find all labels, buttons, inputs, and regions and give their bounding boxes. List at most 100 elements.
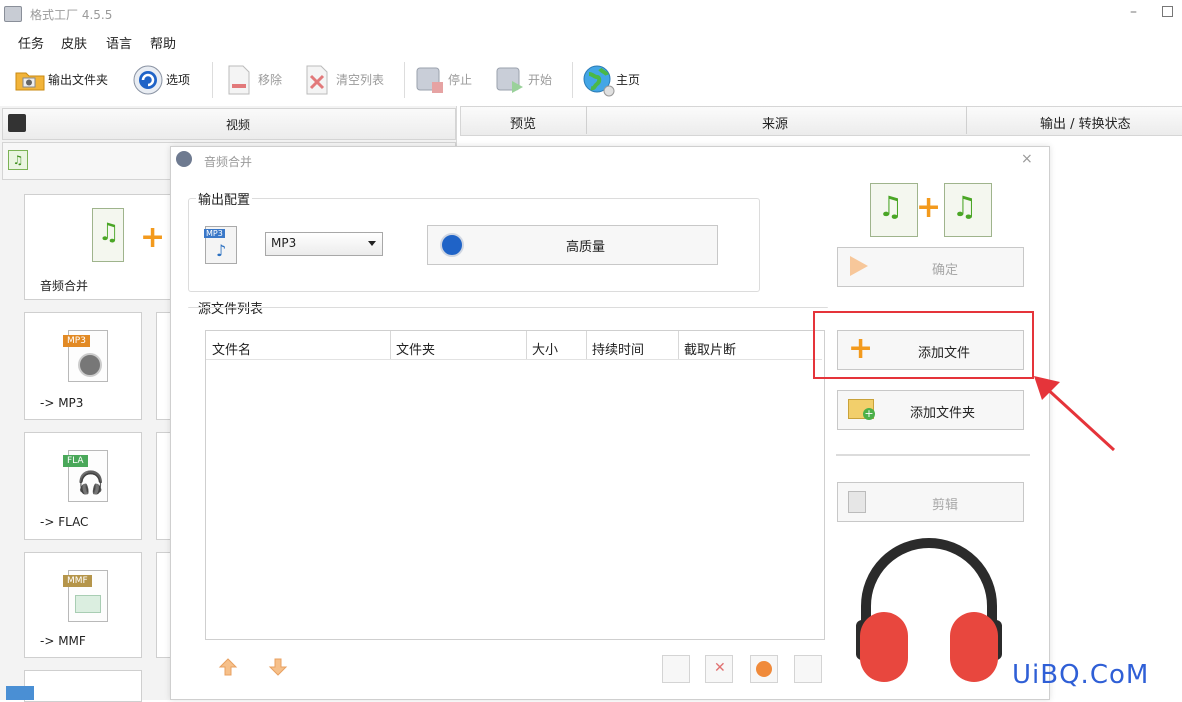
add-folder-label: 添加文件夹 [910,406,976,421]
stop-label: 停止 [448,72,473,87]
clear-list-button[interactable]: 清空列表 [302,62,384,96]
source-list-divider [188,307,828,309]
flac-doc-icon: FLA 🎧 [63,450,108,502]
move-down-button[interactable] [268,658,288,676]
music-note-icon: ♫ [878,190,904,223]
column-filename[interactable]: 文件名 [212,339,251,358]
format-select[interactable]: MP3 [265,232,383,256]
confirm-label: 确定 [932,263,959,278]
mp3-doc-icon: MP3 [63,330,108,382]
cut-label: 剪辑 [932,498,959,513]
play-icon [756,661,772,677]
plus-icon: + [916,190,942,225]
options-icon [440,233,464,257]
output-config-label: 输出配置 [196,189,253,208]
dialog-title: 音频合并 [204,155,253,169]
arrow-up-icon [218,658,238,676]
tile-label: 音频合并 [40,279,89,293]
folder-icon [14,64,45,94]
remove-file-button[interactable] [662,655,690,683]
confirm-button[interactable]: 确定 [837,247,1024,287]
home-button[interactable]: 主页 [582,62,641,97]
toolbar-separator [572,62,573,98]
plus-icon: + [140,220,166,255]
column-folder[interactable]: 文件夹 [396,339,435,358]
start-button[interactable]: 开始 [494,62,552,96]
close-icon[interactable]: × [1021,151,1033,167]
column-output-status[interactable]: 输出 / 转换状态 [1040,113,1131,132]
column-clip[interactable]: 截取片断 [684,339,736,358]
button-divider [836,454,1030,456]
scissors-icon [848,491,866,513]
maximize-button[interactable] [1162,6,1173,17]
format-select-value: MP3 [271,236,297,250]
taskbar-icon [6,686,34,700]
column-separator [678,331,679,359]
column-size[interactable]: 大小 [532,339,558,358]
menu-task[interactable]: 任务 [18,33,44,52]
info-button[interactable] [794,655,822,683]
music-note-icon: ♫ [8,150,28,170]
music-sheet-icon [75,595,101,613]
column-separator [966,106,967,134]
tile-label: -> MP3 [40,396,84,410]
folder-add-icon: + [848,399,875,420]
play-button[interactable] [750,655,778,683]
tile-partial[interactable] [24,670,142,702]
clear-list-label: 清空列表 [336,72,385,87]
music-note-icon: ♫ [952,190,978,223]
remove-label: 移除 [258,72,283,87]
menu-skin[interactable]: 皮肤 [61,33,87,52]
arrow-down-icon [268,658,288,676]
tile-label: -> FLAC [40,515,89,529]
column-separator [390,331,391,359]
column-separator [586,331,587,359]
clear-files-button[interactable]: ✕ [705,655,733,683]
stop-button[interactable]: 停止 [414,62,472,96]
menu-help[interactable]: 帮助 [150,33,176,52]
column-separator [526,331,527,359]
column-duration[interactable]: 持续时间 [592,339,644,358]
toolbar-separator [212,62,213,98]
highlight-box [813,311,1034,379]
remove-icon [224,64,254,95]
add-folder-button[interactable]: + 添加文件夹 [837,390,1024,430]
film-icon [8,114,26,132]
output-folder-button[interactable]: 输出文件夹 [14,62,108,96]
window-title: 格式工厂 4.5.5 [30,8,113,22]
column-separator [586,106,587,134]
remove-button[interactable]: 移除 [224,62,282,96]
cut-button[interactable]: 剪辑 [837,482,1024,522]
globe-icon [582,64,615,97]
options-button[interactable]: 选项 [132,62,190,96]
chevron-down-icon [368,241,376,246]
column-source[interactable]: 来源 [762,113,788,132]
headphones-illustration [856,538,1002,682]
minimize-button[interactable]: – [1130,4,1137,20]
move-up-button[interactable] [218,658,238,676]
dialog-icon [176,151,192,167]
tile-label: -> MMF [40,634,86,648]
options-icon [132,64,163,95]
category-video-label: 视频 [226,118,251,132]
stop-icon [414,64,444,94]
source-file-table[interactable] [205,330,825,640]
watermark: UiBQ.CoM [1012,660,1150,690]
arrow-right-icon [850,256,868,276]
column-preview[interactable]: 预览 [510,113,536,132]
start-label: 开始 [528,72,553,87]
delete-icon: ✕ [714,660,726,676]
headphones-icon: 🎧 [77,471,105,496]
music-note-icon: ♫ [98,218,120,246]
app-icon [4,6,22,22]
menu-language[interactable]: 语言 [106,33,132,52]
quality-label: 高质量 [566,240,606,255]
toolbar-separator [404,62,405,98]
mp3-format-icon: MP3 ♪ [204,226,237,264]
title-bar [0,0,1182,28]
output-folder-label: 输出文件夹 [48,72,109,87]
speaker-icon [78,353,102,377]
mmf-doc-icon: MMF [63,570,108,622]
options-label: 选项 [166,72,191,87]
home-label: 主页 [616,72,641,87]
